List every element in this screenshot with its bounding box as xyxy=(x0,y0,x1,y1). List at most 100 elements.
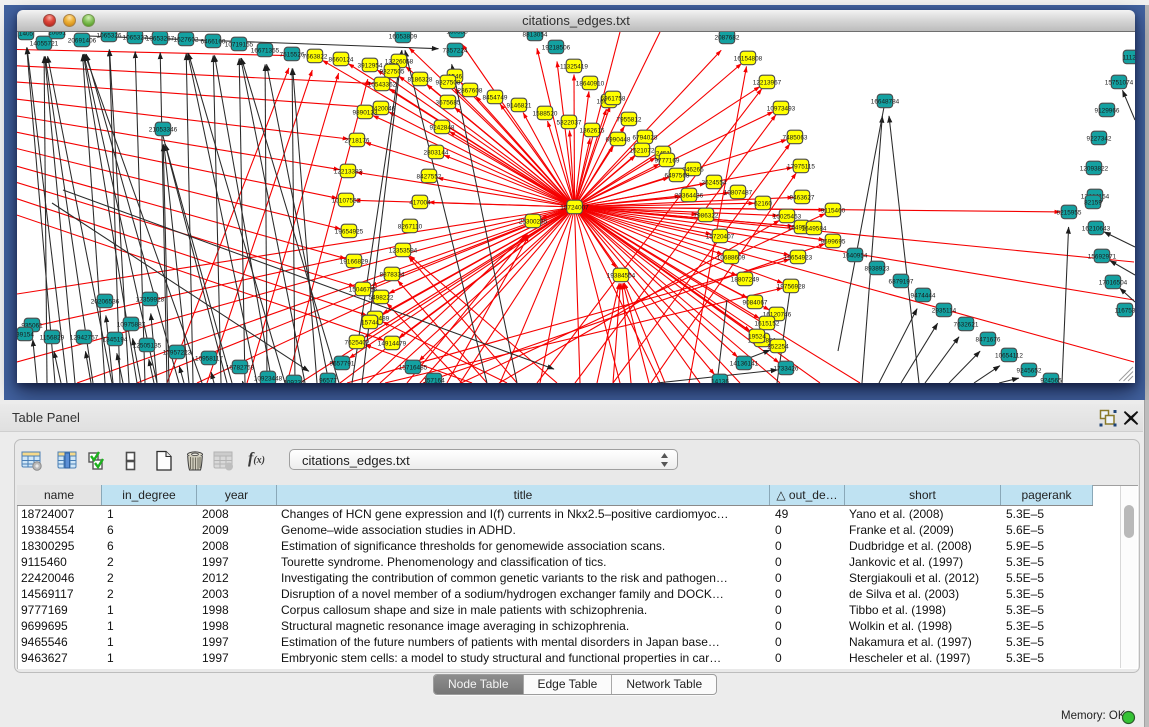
svg-text:19166829: 19166829 xyxy=(340,258,369,265)
svg-text:82159: 82159 xyxy=(1084,199,1102,206)
svg-text:1621072: 1621072 xyxy=(630,147,655,154)
svg-text:15720407: 15720407 xyxy=(706,233,735,240)
svg-text:9327508: 9327508 xyxy=(436,79,461,86)
svg-text:10719155: 10719155 xyxy=(225,41,254,48)
svg-text:11123: 11123 xyxy=(1123,54,1135,61)
svg-text:9890123: 9890123 xyxy=(353,109,378,116)
svg-text:8878334: 8878334 xyxy=(380,271,405,278)
svg-text:10975887: 10975887 xyxy=(117,321,146,328)
svg-text:8215955: 8215955 xyxy=(1057,209,1082,216)
svg-text:19384554: 19384554 xyxy=(607,272,636,279)
svg-text:16053809: 16053809 xyxy=(389,33,418,40)
svg-text:10973493: 10973493 xyxy=(767,105,796,112)
svg-text:19654925: 19654925 xyxy=(335,228,364,235)
svg-text:8660124: 8660124 xyxy=(329,56,354,63)
svg-text:19218506: 19218506 xyxy=(542,44,571,51)
svg-text:12213967: 12213967 xyxy=(753,79,782,86)
svg-text:6794028: 6794028 xyxy=(633,134,658,141)
svg-text:16154808: 16154808 xyxy=(734,55,763,62)
svg-text:39154: 39154 xyxy=(17,331,34,338)
svg-text:10807487: 10807487 xyxy=(724,189,753,196)
svg-text:157164: 157164 xyxy=(423,377,445,383)
svg-text:2087682: 2087682 xyxy=(715,34,740,41)
svg-text:20691: 20691 xyxy=(48,32,66,36)
svg-text:9327505: 9327505 xyxy=(380,68,405,75)
svg-text:10543362: 10543362 xyxy=(368,81,397,88)
svg-text:12942757: 12942757 xyxy=(70,334,99,341)
svg-text:16648784: 16648784 xyxy=(871,98,900,105)
svg-text:1345194: 1345194 xyxy=(103,336,128,343)
svg-text:8267110: 8267110 xyxy=(398,223,423,230)
svg-text:9657791: 9657791 xyxy=(330,360,355,367)
svg-text:10958117: 10958117 xyxy=(195,355,223,362)
svg-text:8454749: 8454749 xyxy=(483,94,508,101)
svg-text:25300235: 25300235 xyxy=(519,218,548,225)
svg-text:15716485: 15716485 xyxy=(399,364,428,371)
svg-text:1405: 1405 xyxy=(19,32,34,37)
svg-text:9777169: 9777169 xyxy=(655,157,680,164)
svg-text:417004: 417004 xyxy=(409,199,431,206)
svg-text:6879197: 6879197 xyxy=(889,278,914,285)
svg-text:17016504: 17016504 xyxy=(1099,279,1128,286)
svg-text:9699695: 9699695 xyxy=(821,238,846,245)
svg-text:14136141: 14136141 xyxy=(730,360,759,367)
svg-text:1588520: 1588520 xyxy=(533,110,558,117)
svg-text:7625402: 7625402 xyxy=(345,339,370,346)
svg-text:8427552: 8427552 xyxy=(417,173,442,180)
svg-text:15744: 15744 xyxy=(361,319,379,326)
svg-text:20364436: 20364436 xyxy=(675,192,704,199)
svg-text:8938923: 8938923 xyxy=(865,265,890,272)
svg-text:2718176: 2718176 xyxy=(345,137,370,144)
svg-text:8813054: 8813054 xyxy=(523,32,548,38)
svg-text:1065327: 1065327 xyxy=(123,34,148,41)
svg-text:12505135: 12505135 xyxy=(133,342,162,349)
svg-text:8186328: 8186328 xyxy=(408,76,433,83)
svg-text:14136: 14136 xyxy=(711,378,729,383)
svg-text:1649584: 1649584 xyxy=(802,225,827,232)
svg-text:8471676: 8471676 xyxy=(976,336,1001,343)
svg-text:3675685: 3675685 xyxy=(436,99,461,106)
svg-text:15751074: 15751074 xyxy=(1105,79,1134,86)
svg-text:18640910: 18640910 xyxy=(576,80,605,87)
svg-text:12213383: 12213383 xyxy=(334,168,363,175)
svg-text:19756928: 19756928 xyxy=(777,283,806,290)
svg-text:10107552: 10107552 xyxy=(332,197,361,204)
svg-text:18724007: 18724007 xyxy=(560,204,589,211)
svg-text:9129966: 9129966 xyxy=(1095,107,1120,114)
svg-text:9474444: 9474444 xyxy=(911,292,936,299)
svg-text:9245652: 9245652 xyxy=(1017,367,1042,374)
svg-text:18807249: 18807249 xyxy=(731,276,760,283)
svg-text:1362615: 1362615 xyxy=(580,127,605,134)
svg-text:14914479: 14914479 xyxy=(378,340,407,347)
svg-text:16782759: 16782759 xyxy=(226,364,255,371)
svg-text:17359928: 17359928 xyxy=(136,296,165,303)
svg-text:7485063: 7485063 xyxy=(783,134,808,141)
svg-text:20206536: 20206536 xyxy=(91,298,120,305)
svg-text:9463627: 9463627 xyxy=(790,194,815,201)
svg-text:19524: 19524 xyxy=(748,333,766,340)
svg-text:12093822: 12093822 xyxy=(1080,165,1109,172)
svg-text:1156829: 1156829 xyxy=(40,334,65,341)
svg-text:1527602: 1527602 xyxy=(174,36,199,43)
svg-text:1733426: 1733426 xyxy=(774,365,799,372)
svg-text:9115460: 9115460 xyxy=(821,207,846,214)
svg-text:2935114: 2935114 xyxy=(932,307,957,314)
svg-text:14055721: 14055721 xyxy=(30,40,59,47)
svg-text:6466160: 6466160 xyxy=(201,38,226,45)
svg-text:9242848: 9242848 xyxy=(430,124,455,131)
svg-text:7632621: 7632621 xyxy=(954,321,979,328)
svg-text:11325419: 11325419 xyxy=(560,63,588,70)
svg-text:19654923: 19654923 xyxy=(784,254,813,261)
svg-text:7663822: 7663822 xyxy=(303,53,328,60)
svg-text:7357224: 7357224 xyxy=(443,47,468,54)
svg-text:924565: 924565 xyxy=(1040,377,1062,383)
svg-text:116753: 116753 xyxy=(1115,307,1135,314)
svg-text:9227342: 9227342 xyxy=(1087,135,1112,142)
svg-text:6990448: 6990448 xyxy=(606,136,631,143)
svg-text:1615152: 1615152 xyxy=(755,320,780,327)
svg-text:15692971: 15692971 xyxy=(1088,253,1117,260)
svg-text:16210643: 16210643 xyxy=(1082,225,1111,232)
svg-text:5322037: 5322037 xyxy=(557,119,582,126)
svg-text:21053346: 21053346 xyxy=(149,126,178,133)
svg-text:96577: 96577 xyxy=(319,377,337,383)
